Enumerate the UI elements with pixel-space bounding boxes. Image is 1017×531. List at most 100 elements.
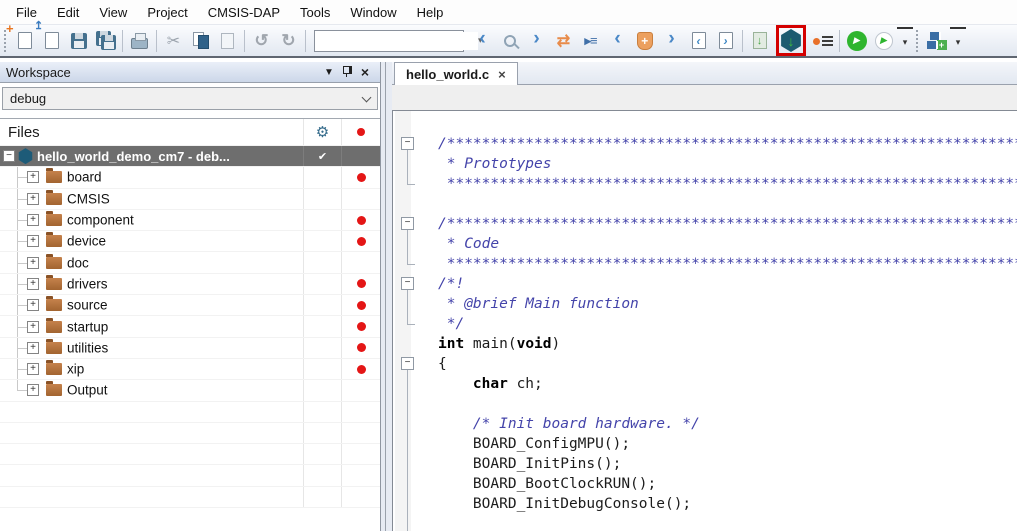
modified-column-icon (357, 128, 365, 136)
expand-source[interactable]: + (27, 299, 39, 311)
tree-row-startup[interactable]: + startup (0, 316, 380, 337)
menu-view[interactable]: View (89, 1, 137, 24)
expand-drivers[interactable]: + (27, 278, 39, 290)
cut-button-icon[interactable]: ✂ (160, 27, 187, 54)
debug-without-downloading-button-icon[interactable] (809, 27, 836, 54)
tab-hello-world-c[interactable]: hello_world.c × (394, 62, 518, 85)
folder-icon (46, 193, 62, 205)
tree-row-output[interactable]: +Output (0, 380, 380, 401)
panel-menu-icon[interactable]: ▼ (320, 67, 338, 78)
tab-close-icon[interactable]: × (498, 67, 506, 82)
empty-row (0, 402, 380, 423)
modified-indicator (357, 343, 366, 352)
files-tree-body: −hello_world_demo_cm7 - deb...✔ + board + CM… (0, 146, 380, 508)
toolbar-grip-2[interactable] (916, 30, 920, 52)
folder-icon (46, 214, 62, 226)
find-next-button-icon[interactable]: › (523, 27, 550, 54)
fold-collapse-icon[interactable]: − (401, 357, 414, 370)
code-line: * Code (438, 234, 1017, 254)
ide-window: FileEditViewProjectCMSIS-DAPToolsWindowH… (0, 0, 1017, 531)
expand-output[interactable]: + (27, 384, 39, 396)
flash-build-button-icon[interactable]: + (923, 27, 950, 54)
modified-indicator (357, 301, 366, 310)
go-alt-button-icon[interactable]: ▶ (870, 27, 897, 54)
toolbar-separator (244, 30, 245, 52)
toggle-bookmark-button-icon[interactable]: + (631, 27, 658, 54)
toolbar-overflow-button-icon[interactable]: ▾ (897, 27, 913, 54)
download-button-icon[interactable]: ↓ (746, 27, 773, 54)
expand-board[interactable]: + (27, 171, 39, 183)
expand-startup[interactable]: + (27, 321, 39, 333)
save-all-button-icon[interactable] (92, 27, 119, 54)
print-button-icon[interactable] (126, 27, 153, 54)
menu-project[interactable]: Project (137, 1, 197, 24)
tree-row-drivers[interactable]: +drivers (0, 274, 380, 295)
fold-collapse-icon[interactable]: − (401, 217, 414, 230)
search-combo[interactable]: ▾ (314, 30, 464, 52)
tree-row-source[interactable]: +source (0, 295, 380, 316)
tree-row-utilities[interactable]: +utilities (0, 338, 380, 359)
expand-device[interactable]: + (27, 235, 39, 247)
toolbar-overflow-button-2-icon[interactable]: ▾ (950, 27, 966, 54)
folder-icon (46, 384, 62, 396)
pin-icon[interactable] (338, 65, 356, 80)
toolbar-separator (742, 30, 743, 52)
code-area[interactable]: /***************************************… (438, 134, 1017, 531)
menu-window[interactable]: Window (340, 1, 406, 24)
navigate-swap-button-icon[interactable]: ⇄ (550, 27, 577, 54)
menu-help[interactable]: Help (407, 1, 454, 24)
fold-collapse-icon[interactable]: − (401, 277, 414, 290)
tree-row-board[interactable]: + board (0, 167, 380, 188)
menu-bar: FileEditViewProjectCMSIS-DAPToolsWindowH… (0, 0, 1017, 24)
tree-item-label: doc (67, 255, 89, 270)
tree-item-label: startup (67, 319, 108, 334)
previous-bookmark-button-icon[interactable]: ‹ (604, 27, 631, 54)
tree-row-xip[interactable]: +xip (0, 359, 380, 380)
tree-item-label: board (67, 170, 102, 185)
expand-cmsis[interactable]: + (27, 193, 39, 205)
tree-item-label: device (67, 234, 106, 249)
breakpoint-gutter[interactable] (395, 111, 411, 531)
toolbar-separator (839, 30, 840, 52)
copy-button-icon[interactable] (187, 27, 214, 54)
menu-cmsis-dap[interactable]: CMSIS-DAP (198, 1, 290, 24)
expand-utilities[interactable]: + (27, 342, 39, 354)
chevron-down-icon (362, 92, 372, 102)
download-and-debug-button-icon[interactable]: ↓ (773, 25, 809, 57)
go-button-icon[interactable]: ▶ (843, 27, 870, 54)
toolbar-separator (156, 30, 157, 52)
expand-component[interactable]: + (27, 214, 39, 226)
empty-row (0, 465, 380, 486)
tree-row-device[interactable]: + device (0, 231, 380, 252)
configuration-selector[interactable]: debug (2, 87, 378, 110)
tree-row-component[interactable]: +component (0, 210, 380, 231)
save-button-icon[interactable] (65, 27, 92, 54)
next-bookmark-button-icon[interactable]: › (658, 27, 685, 54)
redo-button-icon[interactable]: ↻ (275, 27, 302, 54)
paste-button-icon[interactable] (214, 27, 241, 54)
open-file-button-icon[interactable]: ↥ (38, 27, 65, 54)
search-input[interactable] (315, 32, 478, 50)
find-button-icon[interactable] (496, 27, 523, 54)
close-panel-icon[interactable]: × (356, 64, 374, 80)
tree-row-doc[interactable]: + doc (0, 252, 380, 273)
menu-edit[interactable]: Edit (47, 1, 89, 24)
expand-doc[interactable]: + (27, 257, 39, 269)
jump-list-button-icon[interactable]: ▸≡ (577, 27, 604, 54)
fold-collapse-icon[interactable]: − (401, 137, 414, 150)
navigate-back-button-icon[interactable]: ‹ (685, 27, 712, 54)
expand-xip[interactable]: + (27, 363, 39, 375)
toolbar-separator (305, 30, 306, 52)
find-previous-button-icon[interactable]: ‹ (469, 27, 496, 54)
tree-item-label: CMSIS (67, 191, 110, 206)
navigate-forward-button-icon[interactable]: › (712, 27, 739, 54)
code-line: /***************************************… (438, 134, 1017, 154)
tree-row-cmsis[interactable]: + CMSIS (0, 189, 380, 210)
project-row[interactable]: −hello_world_demo_cm7 - deb...✔ (0, 146, 380, 167)
project-expander[interactable]: − (3, 150, 15, 162)
menu-tools[interactable]: Tools (290, 1, 340, 24)
editor-frame: − − − − /**********************************… (392, 110, 1017, 531)
undo-button-icon[interactable]: ↺ (248, 27, 275, 54)
panel-splitter[interactable] (380, 62, 392, 531)
code-line: * Prototypes (438, 154, 1017, 174)
